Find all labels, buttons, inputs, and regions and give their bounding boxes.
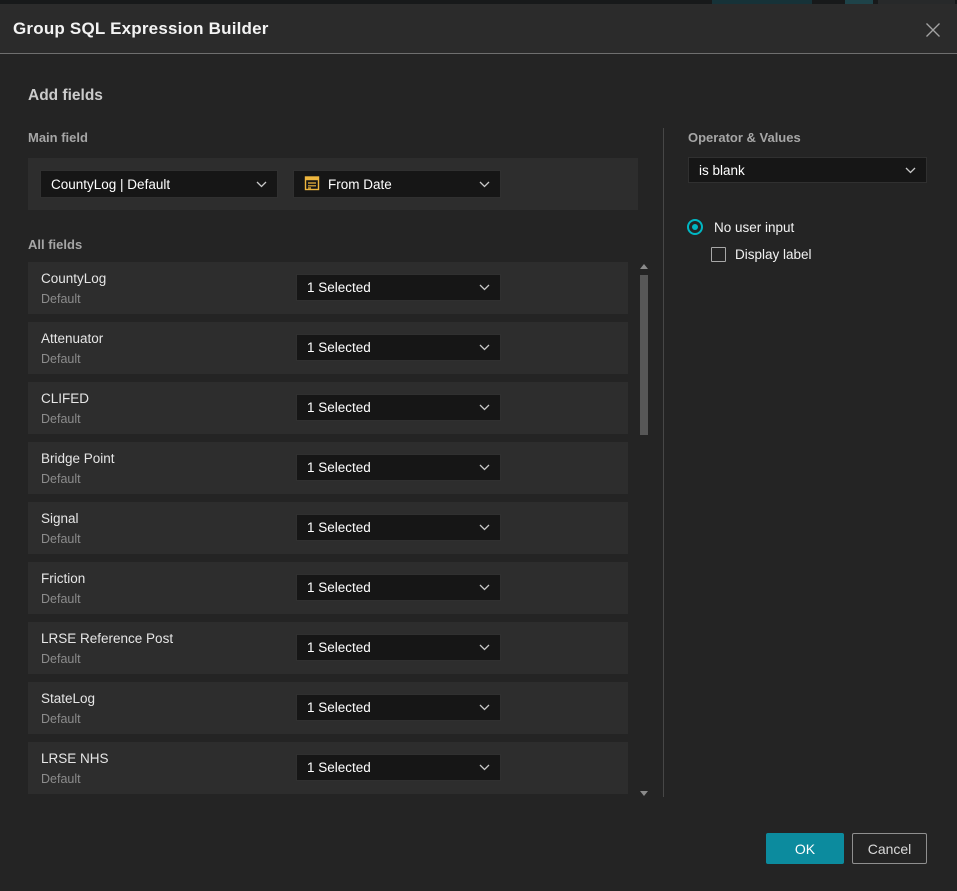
chevron-down-icon xyxy=(479,644,490,651)
field-row-clifed: CLIFED Default 1 Selected xyxy=(28,382,628,434)
chevron-down-icon xyxy=(479,584,490,591)
field-name: StateLog xyxy=(41,691,95,706)
dropdown-value: 1 Selected xyxy=(307,640,371,655)
field-row-lrse-reference-post: LRSE Reference Post Default 1 Selected xyxy=(28,622,628,674)
field-name: LRSE Reference Post xyxy=(41,631,173,646)
field-row-friction: Friction Default 1 Selected xyxy=(28,562,628,614)
field-name: Bridge Point xyxy=(41,451,115,466)
field-subtitle: Default xyxy=(41,352,81,366)
main-field-container: CountyLog | Default From Date xyxy=(28,158,638,210)
field-name: Friction xyxy=(41,571,85,586)
calendar-date-icon xyxy=(304,175,320,194)
field-subtitle: Default xyxy=(41,652,81,666)
field-subtitle: Default xyxy=(41,592,81,606)
chevron-down-icon xyxy=(905,167,916,174)
field-selection-dropdown[interactable]: 1 Selected xyxy=(296,274,501,301)
dropdown-value: CountyLog | Default xyxy=(51,177,170,192)
field-row-lrse-nhs: LRSE NHS Default 1 Selected xyxy=(28,742,628,794)
no-user-input-radio[interactable]: No user input xyxy=(687,219,794,235)
field-selection-dropdown[interactable]: 1 Selected xyxy=(296,694,501,721)
group-sql-expression-builder-dialog: Group SQL Expression Builder Add fields … xyxy=(0,0,957,891)
dropdown-value: 1 Selected xyxy=(307,700,371,715)
dropdown-value: 1 Selected xyxy=(307,580,371,595)
field-selection-dropdown[interactable]: 1 Selected xyxy=(296,574,501,601)
close-icon xyxy=(924,21,942,44)
close-button[interactable] xyxy=(922,21,944,43)
main-field-label: Main field xyxy=(28,130,88,145)
dropdown-value: 1 Selected xyxy=(307,520,371,535)
dropdown-value: 1 Selected xyxy=(307,460,371,475)
chevron-down-icon xyxy=(479,764,490,771)
field-name: CLIFED xyxy=(41,391,89,406)
field-selection-dropdown[interactable]: 1 Selected xyxy=(296,454,501,481)
panel-divider xyxy=(663,128,664,797)
field-name: LRSE NHS xyxy=(41,751,109,766)
all-fields-label: All fields xyxy=(28,237,82,252)
chevron-down-icon xyxy=(479,464,490,471)
field-selection-dropdown[interactable]: 1 Selected xyxy=(296,754,501,781)
field-selection-dropdown[interactable]: 1 Selected xyxy=(296,514,501,541)
main-field-field-dropdown[interactable]: From Date xyxy=(293,170,501,198)
display-label-text: Display label xyxy=(735,247,812,262)
field-subtitle: Default xyxy=(41,712,81,726)
chevron-down-icon xyxy=(479,284,490,291)
ok-button[interactable]: OK xyxy=(766,833,844,864)
radio-selected-icon xyxy=(687,219,703,235)
all-fields-list: CountyLog Default 1 Selected Attenuator … xyxy=(28,262,628,802)
field-row-countylog: CountyLog Default 1 Selected xyxy=(28,262,628,314)
add-fields-heading: Add fields xyxy=(28,87,103,105)
dropdown-value: From Date xyxy=(328,177,392,192)
dropdown-value: 1 Selected xyxy=(307,400,371,415)
dialog-title: Group SQL Expression Builder xyxy=(13,4,269,54)
checkbox-unchecked-icon xyxy=(711,247,726,262)
field-name: Attenuator xyxy=(41,331,103,346)
chevron-down-icon xyxy=(479,404,490,411)
dropdown-value: 1 Selected xyxy=(307,340,371,355)
operator-dropdown[interactable]: is blank xyxy=(688,157,927,183)
field-row-signal: Signal Default 1 Selected xyxy=(28,502,628,554)
field-selection-dropdown[interactable]: 1 Selected xyxy=(296,394,501,421)
field-row-bridge-point: Bridge Point Default 1 Selected xyxy=(28,442,628,494)
display-label-checkbox[interactable]: Display label xyxy=(711,247,812,262)
field-subtitle: Default xyxy=(41,532,81,546)
dialog-header: Group SQL Expression Builder xyxy=(0,4,957,54)
field-subtitle: Default xyxy=(41,412,81,426)
field-selection-dropdown[interactable]: 1 Selected xyxy=(296,334,501,361)
field-selection-dropdown[interactable]: 1 Selected xyxy=(296,634,501,661)
field-row-attenuator: Attenuator Default 1 Selected xyxy=(28,322,628,374)
operator-values-heading: Operator & Values xyxy=(688,130,801,145)
no-user-input-label: No user input xyxy=(714,220,794,235)
dropdown-value: 1 Selected xyxy=(307,760,371,775)
field-subtitle: Default xyxy=(41,472,81,486)
scrollbar[interactable] xyxy=(636,260,652,800)
chevron-down-icon xyxy=(256,181,267,188)
field-row-statelog: StateLog Default 1 Selected xyxy=(28,682,628,734)
scrollbar-down-arrow-icon[interactable] xyxy=(640,791,648,796)
scrollbar-thumb[interactable] xyxy=(640,275,648,435)
chevron-down-icon xyxy=(479,524,490,531)
chevron-down-icon xyxy=(479,704,490,711)
field-name: Signal xyxy=(41,511,79,526)
cancel-button[interactable]: Cancel xyxy=(852,833,927,864)
dropdown-value: 1 Selected xyxy=(307,280,371,295)
chevron-down-icon xyxy=(479,344,490,351)
scrollbar-up-arrow-icon[interactable] xyxy=(640,264,648,269)
main-field-source-dropdown[interactable]: CountyLog | Default xyxy=(40,170,278,198)
field-name: CountyLog xyxy=(41,271,106,286)
field-subtitle: Default xyxy=(41,772,81,786)
field-subtitle: Default xyxy=(41,292,81,306)
chevron-down-icon xyxy=(479,181,490,188)
dropdown-value: is blank xyxy=(699,163,745,178)
